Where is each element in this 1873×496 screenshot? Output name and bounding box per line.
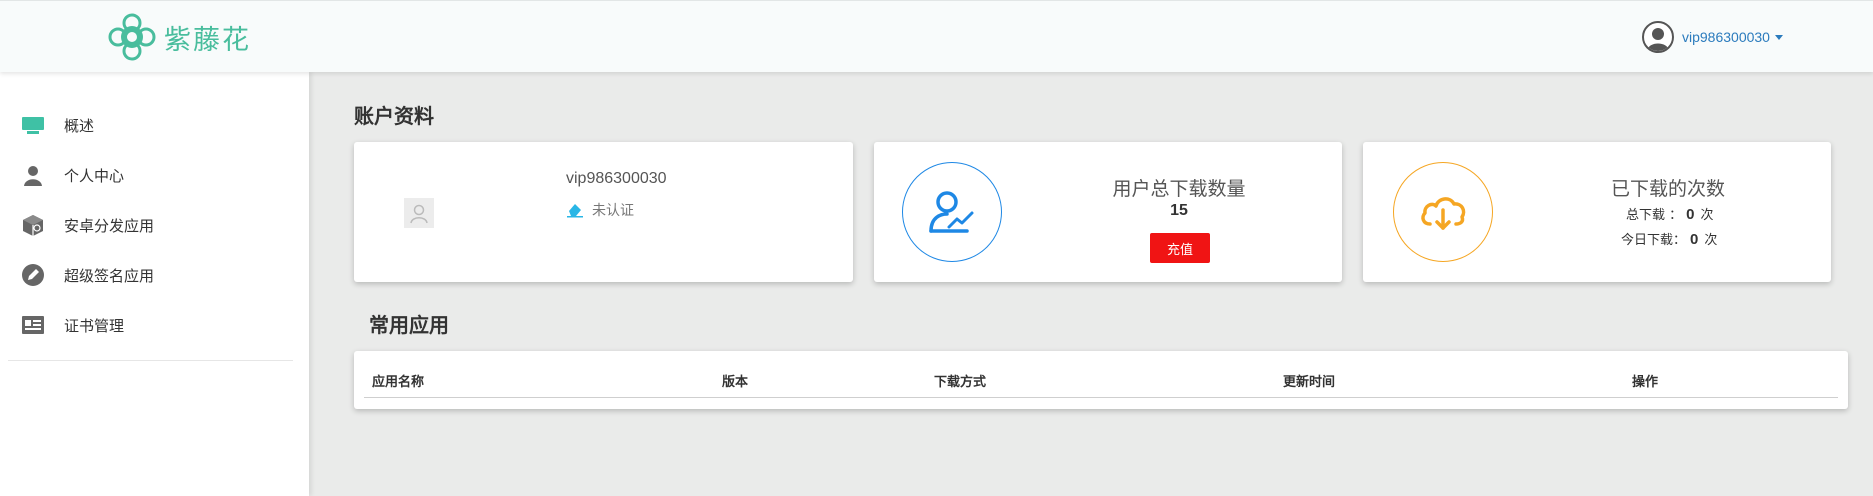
sidebar-item-label: 个人中心 (64, 166, 125, 185)
total-downloads-count: 0 (1686, 206, 1695, 223)
total-downloads-card: 用户总下载数量 15 充值 (874, 142, 1342, 282)
profile-name: vip986300030 (566, 170, 667, 187)
column-header-app-name: 应用名称 (372, 375, 425, 390)
id-card-icon (21, 313, 45, 337)
brand-logo[interactable]: 紫藤花 (108, 13, 251, 61)
sidebar-item-super-sign-apps[interactable]: 超级签名应用 (0, 255, 309, 295)
count-unit: 次 (1704, 233, 1718, 248)
profile-card: vip986300030 未认证 (354, 142, 853, 282)
total-downloads-label: 总下载 ： (1626, 208, 1683, 223)
top-bar: 紫藤花 vip986300030 (0, 0, 1873, 72)
total-downloads-value: 15 (1170, 202, 1188, 219)
verification-status[interactable]: 未认证 (566, 200, 634, 220)
total-downloads-row: 总下载 ： 0 次 (1626, 204, 1714, 223)
column-header-version: 版本 (722, 375, 749, 390)
user-name: vip986300030 (1682, 29, 1770, 45)
sidebar-item-label: 安卓分发应用 (64, 216, 155, 235)
user-chart-icon (902, 162, 1002, 262)
user-menu-dropdown[interactable]: vip986300030 (1642, 21, 1783, 53)
cloud-download-icon (1393, 162, 1493, 262)
sidebar: 概述 个人中心 安卓分发应用 超级签名应用 证书管理 (0, 72, 309, 496)
download-count-card: 已下载的次数 总下载 ： 0 次 今日下载： 0 次 (1363, 142, 1831, 282)
eraser-icon (567, 204, 583, 218)
chevron-down-icon (1774, 34, 1783, 40)
flower-logo-icon (108, 13, 156, 61)
recharge-button[interactable]: 充值 (1150, 233, 1210, 263)
sidebar-item-label: 超级签名应用 (64, 266, 155, 285)
profile-avatar-icon (404, 198, 434, 228)
sidebar-item-personal-center[interactable]: 个人中心 (0, 155, 309, 195)
apps-section-title: 常用应用 (369, 313, 449, 337)
sidebar-divider (8, 360, 293, 361)
sidebar-item-certificates[interactable]: 证书管理 (0, 305, 309, 345)
avatar (1642, 21, 1674, 53)
total-downloads-title: 用户总下载数量 (1112, 178, 1246, 200)
sidebar-item-label: 概述 (64, 116, 95, 135)
verification-status-label: 未认证 (592, 203, 634, 219)
sidebar-item-overview[interactable]: 概述 (0, 105, 309, 145)
package-box-icon (21, 213, 45, 237)
sidebar-item-android-apps[interactable]: 安卓分发应用 (0, 205, 309, 245)
today-downloads-label: 今日下载： (1621, 233, 1687, 248)
table-header-divider (364, 397, 1838, 398)
today-downloads-count: 0 (1690, 231, 1699, 248)
column-header-actions: 操作 (1632, 375, 1659, 390)
sidebar-item-label: 证书管理 (64, 316, 125, 335)
account-section-title: 账户资料 (354, 104, 434, 128)
user-icon (21, 163, 45, 187)
column-header-download-method: 下载方式 (934, 375, 987, 390)
column-header-update-time: 更新时间 (1283, 375, 1336, 390)
apps-table: 应用名称 版本 下载方式 更新时间 操作 (354, 351, 1848, 409)
today-downloads-row: 今日下载： 0 次 (1621, 229, 1717, 248)
brand-name: 紫藤花 (164, 24, 251, 56)
user-avatar-icon (1647, 28, 1669, 51)
pencil-circle-icon (21, 263, 45, 287)
downloaded-count-title: 已下载的次数 (1610, 178, 1725, 200)
monitor-icon (21, 113, 45, 137)
count-unit: 次 (1700, 208, 1714, 223)
